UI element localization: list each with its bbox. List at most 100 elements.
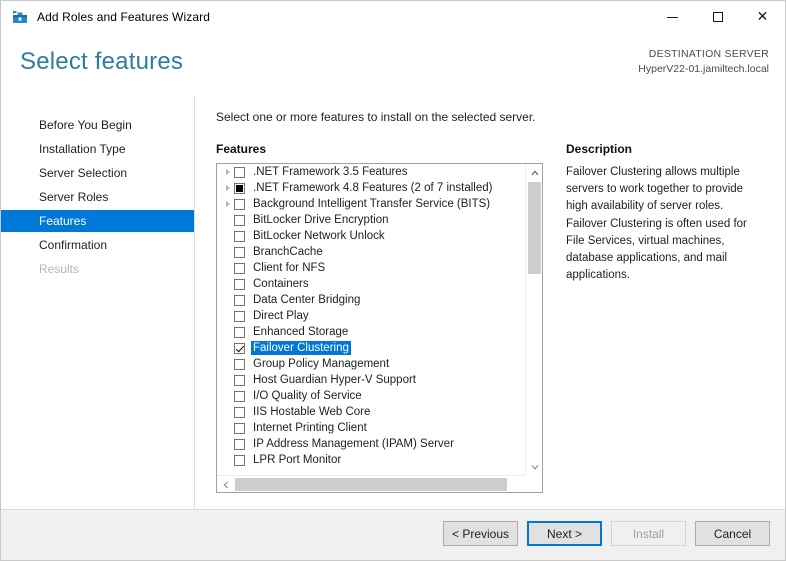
- feature-checkbox[interactable]: [234, 326, 245, 338]
- features-list-box[interactable]: .NET Framework 3.5 Features .NET Framewor…: [216, 163, 543, 493]
- feature-label: .NET Framework 3.5 Features: [253, 166, 408, 178]
- title-bar: Add Roles and Features Wizard ✕: [1, 1, 785, 33]
- feature-checkbox[interactable]: [234, 454, 245, 466]
- previous-button[interactable]: < Previous: [443, 521, 518, 546]
- feature-row[interactable]: Host Guardian Hyper-V Support: [217, 372, 523, 388]
- feature-label: Background Intelligent Transfer Service …: [253, 198, 491, 210]
- feature-row[interactable]: .NET Framework 3.5 Features: [217, 164, 523, 180]
- chevron-left-icon: [223, 481, 228, 488]
- chevron-up-icon: [531, 170, 538, 175]
- feature-checkbox[interactable]: [234, 390, 245, 402]
- expand-arrow-icon[interactable]: [221, 169, 234, 175]
- feature-checkbox[interactable]: [234, 406, 245, 418]
- server-manager-icon: [12, 9, 28, 25]
- feature-label: Internet Printing Client: [253, 422, 367, 434]
- page-header: Select features DESTINATION SERVER Hyper…: [1, 33, 785, 96]
- chevron-right-icon: [225, 201, 230, 207]
- feature-row[interactable]: LPR Port Monitor: [217, 452, 523, 468]
- feature-label: .NET Framework 4.8 Features (2 of 7 inst…: [253, 182, 493, 194]
- chevron-down-icon: [531, 464, 538, 470]
- cancel-button[interactable]: Cancel: [695, 521, 770, 546]
- expand-arrow-icon[interactable]: [221, 201, 234, 207]
- feature-checkbox[interactable]: [234, 246, 245, 258]
- feature-checkbox[interactable]: [234, 310, 245, 322]
- wizard-body: Before You Begin Installation Type Server …: [1, 96, 785, 511]
- feature-row[interactable]: Enhanced Storage: [217, 324, 523, 340]
- maximize-icon: [712, 12, 723, 22]
- horizontal-scroll-thumb[interactable]: [235, 478, 507, 491]
- feature-checkbox[interactable]: [234, 230, 245, 242]
- feature-checkbox[interactable]: [234, 198, 245, 210]
- sidebar-item-label: Confirmation: [39, 238, 108, 252]
- destination-server-name: HyperV22-01.jamiltech.local: [638, 63, 769, 75]
- feature-row[interactable]: Internet Printing Client: [217, 420, 523, 436]
- feature-row[interactable]: BitLocker Drive Encryption: [217, 212, 523, 228]
- feature-checkbox[interactable]: [234, 342, 245, 354]
- feature-row[interactable]: .NET Framework 4.8 Features (2 of 7 inst…: [217, 180, 523, 196]
- feature-checkbox[interactable]: [234, 374, 245, 386]
- instruction-text: Select one or more features to install o…: [216, 110, 536, 124]
- feature-checkbox[interactable]: [234, 278, 245, 290]
- features-vertical-scrollbar[interactable]: [525, 164, 542, 475]
- features-heading: Features: [216, 142, 267, 156]
- sidebar-item-server-selection[interactable]: Server Selection: [1, 162, 194, 184]
- sidebar-item-label: Before You Begin: [39, 118, 132, 132]
- sidebar-item-label: Server Roles: [39, 190, 109, 204]
- next-button[interactable]: Next >: [527, 521, 602, 546]
- feature-label: I/O Quality of Service: [253, 390, 362, 402]
- sidebar-item-label: Features: [39, 214, 87, 228]
- feature-checkbox[interactable]: [234, 166, 245, 178]
- feature-label: IIS Hostable Web Core: [253, 406, 371, 418]
- feature-label: Client for NFS: [253, 262, 326, 274]
- feature-row[interactable]: Background Intelligent Transfer Service …: [217, 196, 523, 212]
- feature-checkbox[interactable]: [234, 438, 245, 450]
- feature-row[interactable]: Direct Play: [217, 308, 523, 324]
- feature-row[interactable]: BitLocker Network Unlock: [217, 228, 523, 244]
- feature-row[interactable]: Client for NFS: [217, 260, 523, 276]
- maximize-button[interactable]: [695, 1, 740, 33]
- feature-checkbox[interactable]: [234, 182, 245, 194]
- sidebar-item-before-you-begin[interactable]: Before You Begin: [1, 114, 194, 136]
- sidebar-item-server-roles[interactable]: Server Roles: [1, 186, 194, 208]
- sidebar-item-features[interactable]: Features: [1, 210, 194, 232]
- window-controls: ✕: [650, 1, 785, 33]
- minimize-icon: [667, 16, 678, 18]
- feature-row[interactable]: IIS Hostable Web Core: [217, 404, 523, 420]
- scroll-left-button[interactable]: [217, 476, 234, 492]
- feature-row[interactable]: Group Policy Management: [217, 356, 523, 372]
- feature-label: Containers: [253, 278, 309, 290]
- feature-row[interactable]: Containers: [217, 276, 523, 292]
- feature-label: Direct Play: [253, 310, 309, 322]
- feature-checkbox[interactable]: [234, 214, 245, 226]
- scroll-down-button[interactable]: [526, 458, 542, 475]
- feature-checkbox[interactable]: [234, 294, 245, 306]
- feature-label: LPR Port Monitor: [253, 454, 342, 466]
- feature-row[interactable]: IP Address Management (IPAM) Server: [217, 436, 523, 452]
- wizard-footer: < Previous Next > Install Cancel: [1, 509, 785, 560]
- feature-checkbox[interactable]: [234, 262, 245, 274]
- features-horizontal-scrollbar[interactable]: [217, 475, 542, 492]
- feature-checkbox[interactable]: [234, 358, 245, 370]
- feature-row[interactable]: Data Center Bridging: [217, 292, 523, 308]
- minimize-button[interactable]: [650, 1, 695, 33]
- features-list: .NET Framework 3.5 Features .NET Framewor…: [217, 164, 523, 475]
- chevron-right-icon: [225, 169, 230, 175]
- vertical-scroll-thumb[interactable]: [528, 182, 541, 274]
- feature-label: IP Address Management (IPAM) Server: [253, 438, 454, 450]
- scrollbar-corner: [525, 475, 542, 492]
- page-title: Select features: [20, 48, 184, 75]
- sidebar-item-confirmation[interactable]: Confirmation: [1, 234, 194, 256]
- feature-row[interactable]: Failover Clustering: [217, 340, 523, 356]
- sidebar-item-results: Results: [1, 258, 194, 280]
- sidebar-item-installation-type[interactable]: Installation Type: [1, 138, 194, 160]
- feature-checkbox[interactable]: [234, 422, 245, 434]
- wizard-steps-nav: Before You Begin Installation Type Server …: [1, 114, 194, 282]
- feature-row[interactable]: BranchCache: [217, 244, 523, 260]
- destination-server-label: DESTINATION SERVER: [648, 48, 769, 60]
- expand-arrow-icon[interactable]: [221, 185, 234, 191]
- feature-row[interactable]: I/O Quality of Service: [217, 388, 523, 404]
- close-button[interactable]: ✕: [740, 1, 785, 33]
- feature-label: BitLocker Drive Encryption: [253, 214, 389, 226]
- feature-label: BranchCache: [253, 246, 323, 258]
- scroll-up-button[interactable]: [526, 164, 542, 181]
